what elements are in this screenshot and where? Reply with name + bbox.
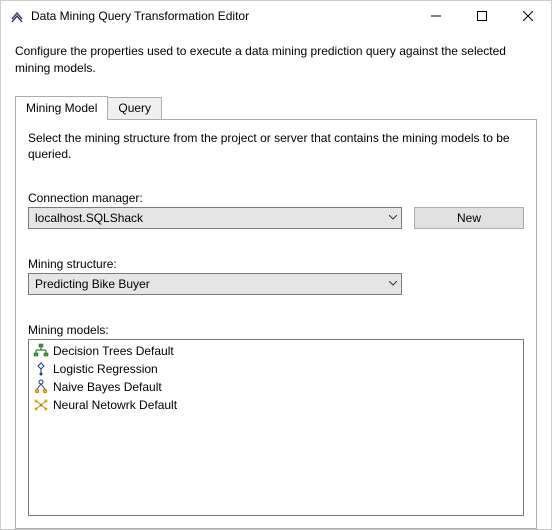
tab-panel-mining-model: Select the mining structure from the pro… [15, 119, 537, 529]
app-icon [9, 8, 25, 24]
list-item-label: Naive Bayes Default [53, 379, 162, 395]
neural-network-icon [33, 397, 49, 413]
connection-manager-label: Connection manager: [28, 191, 524, 205]
connection-manager-combo[interactable]: localhost.SQLShack [28, 207, 402, 229]
maximize-button[interactable] [459, 1, 505, 31]
editor-window: Data Mining Query Transformation Editor … [0, 0, 552, 530]
logistic-regression-icon [33, 361, 49, 377]
list-item-label: Neural Netowrk Default [53, 397, 177, 413]
tab-query[interactable]: Query [107, 97, 162, 119]
panel-instruction: Select the mining structure from the pro… [28, 130, 524, 164]
mining-models-label: Mining models: [28, 323, 524, 337]
tabstrip: Mining Model Query [15, 95, 537, 119]
connection-manager-value: localhost.SQLShack [35, 211, 143, 225]
list-item-label: Logistic Regression [53, 361, 158, 377]
tab-label: Mining Model [26, 101, 97, 115]
tab-label: Query [118, 101, 151, 115]
list-item[interactable]: Decision Trees Default [31, 342, 521, 360]
dialog-description: Configure the properties used to execute… [15, 43, 537, 77]
window-controls [413, 1, 551, 31]
new-connection-button[interactable]: New [414, 207, 524, 229]
minimize-button[interactable] [413, 1, 459, 31]
decision-trees-icon [33, 343, 49, 359]
list-item[interactable]: Logistic Regression [31, 360, 521, 378]
titlebar: Data Mining Query Transformation Editor [1, 1, 551, 31]
chevron-down-icon [389, 279, 397, 290]
tab-mining-model[interactable]: Mining Model [15, 96, 108, 120]
naive-bayes-icon [33, 379, 49, 395]
mining-structure-label: Mining structure: [28, 257, 524, 271]
list-item[interactable]: Naive Bayes Default [31, 378, 521, 396]
list-item[interactable]: Neural Netowrk Default [31, 396, 521, 414]
dialog-body: Configure the properties used to execute… [1, 31, 551, 529]
window-title: Data Mining Query Transformation Editor [31, 9, 413, 23]
chevron-down-icon [389, 213, 397, 224]
mining-structure-value: Predicting Bike Buyer [35, 277, 150, 291]
mining-structure-combo[interactable]: Predicting Bike Buyer [28, 273, 402, 295]
new-button-label: New [457, 211, 481, 225]
list-item-label: Decision Trees Default [53, 343, 174, 359]
mining-models-listbox[interactable]: Decision Trees Default Logistic Regressio… [28, 339, 524, 516]
close-button[interactable] [505, 1, 551, 31]
